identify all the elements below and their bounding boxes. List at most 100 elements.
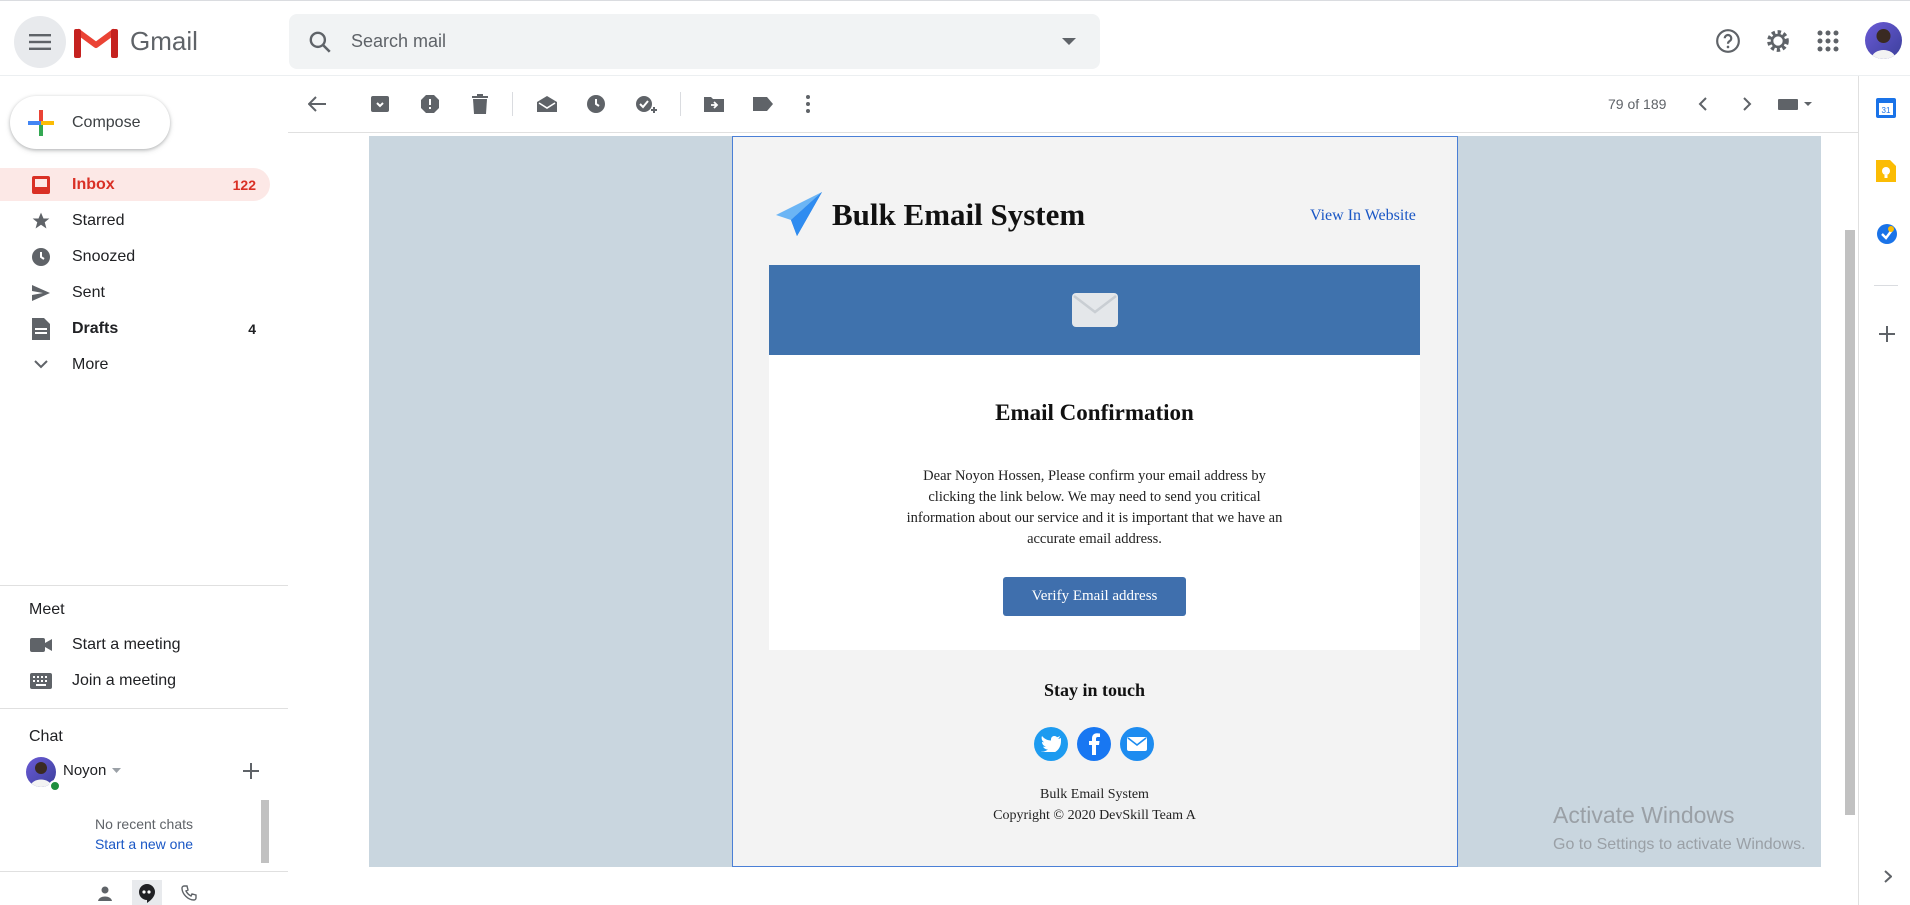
chat-user-name: Noyon (63, 762, 107, 779)
search-bar[interactable]: Search mail (289, 14, 1100, 69)
email-body-line: clicking the link below. We may need to … (928, 489, 1261, 505)
email-heading: Email Confirmation (995, 400, 1194, 425)
chat-user-selector[interactable]: Noyon (63, 762, 122, 779)
sidebar-item-snoozed[interactable]: Snoozed (0, 240, 270, 273)
input-tools-keyboard-icon[interactable] (1776, 90, 1816, 118)
send-icon (30, 282, 52, 304)
settings-gear-icon[interactable] (1758, 21, 1798, 61)
side-panel (1858, 76, 1910, 905)
move-to-folder-icon[interactable] (700, 90, 728, 118)
google-keep-icon[interactable] (1876, 160, 1896, 187)
keyboard-icon (30, 673, 52, 689)
back-arrow-icon[interactable] (303, 90, 331, 118)
phone-icon[interactable] (174, 880, 204, 905)
help-icon[interactable] (1708, 21, 1748, 61)
new-chat-plus-icon[interactable] (243, 763, 259, 784)
inbox-icon (30, 174, 52, 196)
meet-section-title: Meet (29, 601, 65, 618)
more-options-vertical-icon[interactable] (794, 90, 822, 118)
compose-label: Compose (72, 113, 141, 131)
join-meeting-label: Join a meeting (72, 672, 177, 689)
chevron-down-icon (30, 354, 52, 376)
start-new-chat-link[interactable]: Start a new one (24, 836, 264, 852)
search-options-dropdown-icon[interactable] (1062, 37, 1076, 46)
toolbar-separator (680, 92, 681, 116)
account-avatar[interactable] (1865, 22, 1902, 59)
pagination-text: 79 of 189 (1608, 96, 1667, 112)
clock-icon (30, 246, 52, 268)
view-in-website-link[interactable]: View In Website (1310, 207, 1416, 225)
footer-brand-name: Bulk Email System (1040, 787, 1149, 802)
no-recent-chats-text: No recent chats (94, 816, 194, 832)
email-body-line: accurate email address. (1027, 531, 1162, 547)
sidebar-item-drafts[interactable]: Drafts 4 (0, 312, 270, 345)
start-meeting-item[interactable]: Start a meeting (0, 636, 181, 654)
caret-down-icon (112, 768, 122, 773)
star-icon (30, 210, 52, 232)
add-to-tasks-icon[interactable] (632, 90, 660, 118)
apps-grid-icon[interactable] (1808, 21, 1848, 61)
sidebar-item-more[interactable]: More (0, 348, 270, 381)
email-banner (769, 265, 1420, 355)
contacts-person-icon[interactable] (90, 880, 120, 905)
video-camera-icon (30, 637, 52, 653)
verify-email-button[interactable]: Verify Email address (1003, 577, 1186, 616)
google-calendar-icon[interactable]: 31 (1876, 98, 1896, 123)
hangouts-chat-icon[interactable] (132, 880, 162, 905)
facebook-icon[interactable] (1077, 727, 1111, 761)
expand-panel-chevron-icon[interactable] (1884, 870, 1893, 888)
chat-bottom-tabs (90, 880, 204, 905)
archive-icon[interactable] (366, 90, 394, 118)
sidebar-item-label: Snoozed (72, 247, 136, 265)
sidebar-item-inbox[interactable]: Inbox 122 (0, 168, 270, 201)
stay-in-touch-heading: Stay in touch (1043, 680, 1146, 700)
envelope-icon (1071, 293, 1118, 327)
snooze-clock-icon[interactable] (582, 90, 610, 118)
google-tasks-icon[interactable] (1876, 223, 1898, 250)
hamburger-icon (29, 34, 51, 50)
toolbar-separator (512, 92, 513, 116)
activate-windows-title: Activate Windows (1553, 802, 1735, 828)
report-spam-icon[interactable] (416, 90, 444, 118)
newer-chevron-left-icon[interactable] (1688, 90, 1716, 118)
compose-button[interactable]: Compose (10, 96, 170, 149)
label-tag-icon[interactable] (749, 90, 777, 118)
start-meeting-label: Start a meeting (72, 636, 181, 653)
gmail-logo[interactable]: Gmail (74, 25, 198, 58)
compose-plus-icon (28, 109, 54, 136)
window-top-border (0, 0, 1910, 4)
twitter-icon[interactable] (1034, 727, 1068, 761)
delete-trash-icon[interactable] (466, 90, 494, 118)
social-links (1034, 727, 1154, 761)
app-name: Gmail (130, 26, 198, 56)
svg-text:31: 31 (1882, 106, 1891, 115)
get-add-ons-plus-icon[interactable] (1879, 326, 1895, 347)
older-chevron-right-icon[interactable] (1733, 90, 1761, 118)
sidebar-item-label: More (72, 355, 109, 373)
sidebar-item-label: Sent (72, 283, 105, 301)
online-status-dot (49, 780, 61, 792)
activate-windows-subtitle: Go to Settings to activate Windows. (1553, 836, 1806, 853)
email-contact-icon[interactable] (1120, 727, 1154, 761)
mark-unread-icon[interactable] (533, 90, 561, 118)
chat-section-title: Chat (29, 728, 63, 745)
sidebar-item-starred[interactable]: Starred (0, 204, 270, 237)
chat-empty-state: No recent chats Start a new one (24, 800, 264, 865)
gmail-m-icon (74, 28, 118, 58)
sidebar-item-label: Drafts (72, 319, 119, 337)
email-body-line: information about our service and it is … (906, 510, 1283, 526)
unread-count: 122 (232, 176, 256, 193)
page-scrollbar-thumb[interactable] (1845, 230, 1855, 815)
sidebar-item-sent[interactable]: Sent (0, 276, 270, 309)
paper-plane-logo-icon (775, 191, 823, 242)
sidebar-item-label: Starred (72, 211, 125, 229)
email-body-text: Dear Noyon Hossen, Please confirm your e… (769, 466, 1420, 550)
draft-count: 4 (248, 320, 256, 337)
search-icon[interactable] (307, 29, 333, 55)
draft-file-icon (30, 317, 52, 340)
chat-scrollbar[interactable] (261, 800, 269, 863)
main-menu-button[interactable] (14, 16, 66, 68)
search-input[interactable]: Search mail (351, 31, 446, 52)
join-meeting-item[interactable]: Join a meeting (0, 672, 176, 690)
sidebar-item-label: Inbox (72, 175, 115, 193)
